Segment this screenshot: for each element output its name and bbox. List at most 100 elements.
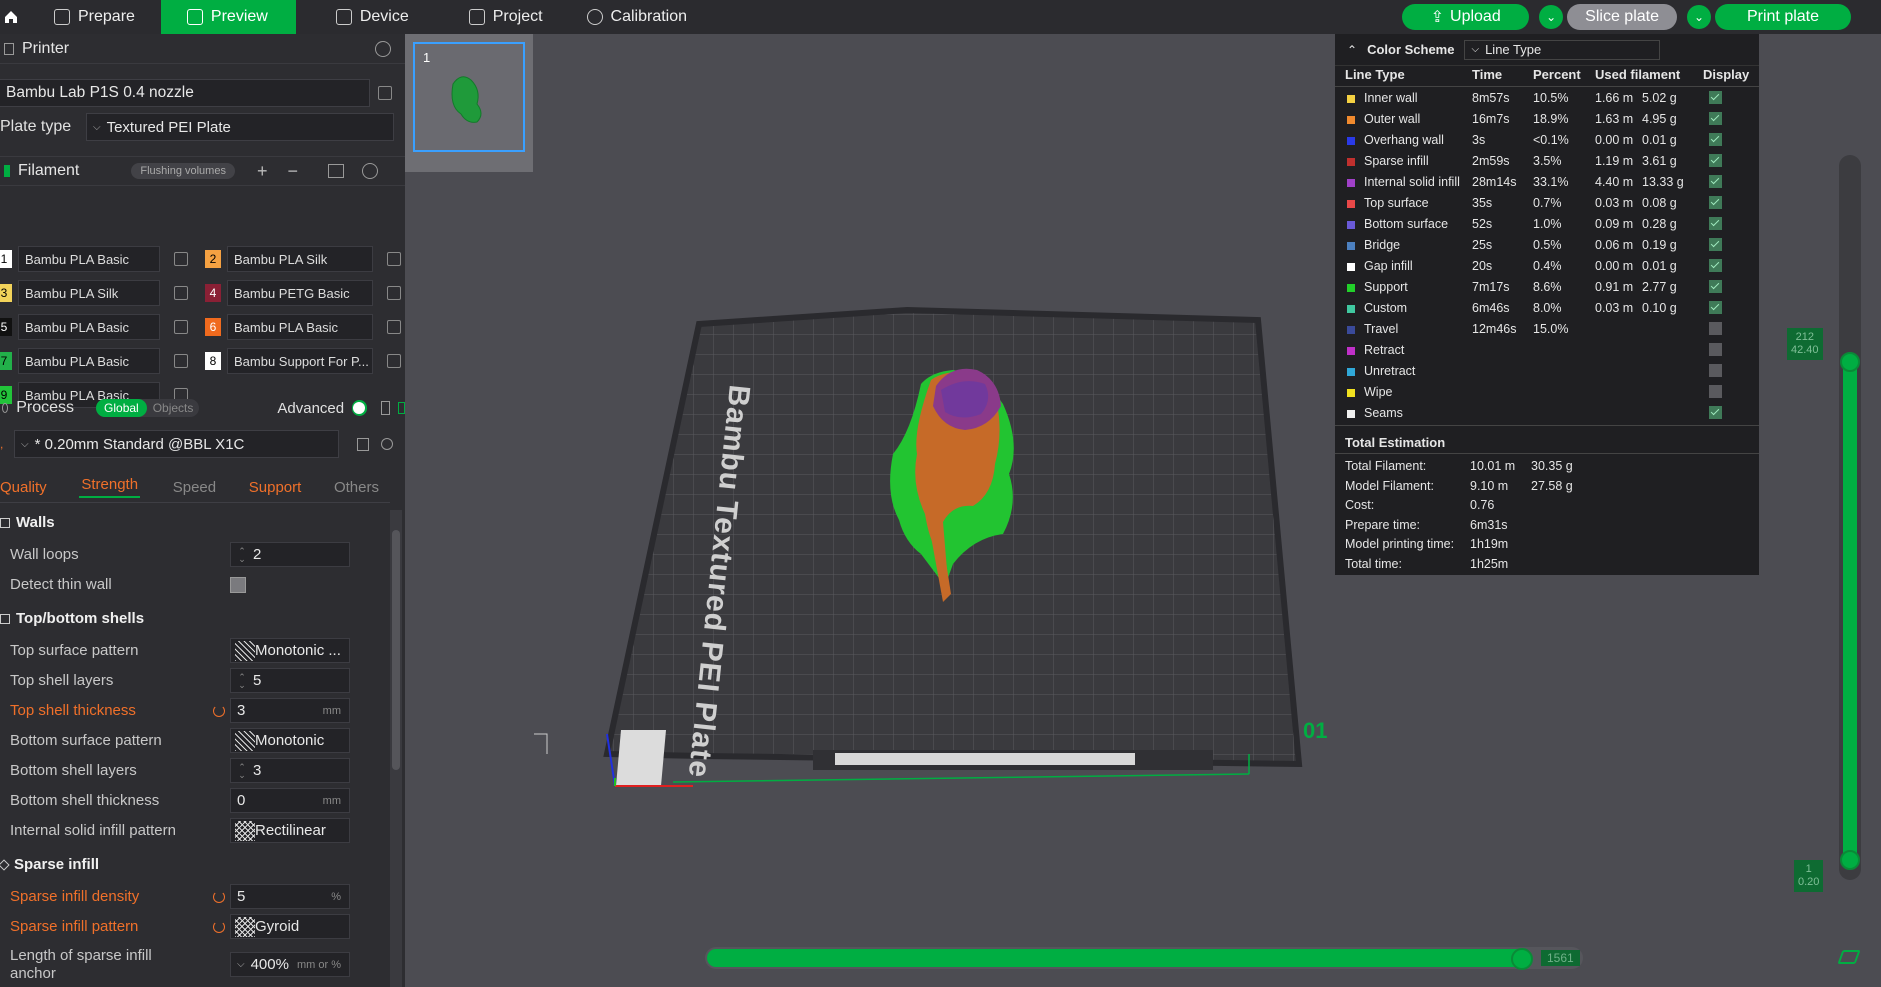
layer-top-handle[interactable] [1840,352,1860,372]
display-checkbox[interactable] [1709,112,1722,125]
wall-loops-input[interactable]: ⌃ ⌄ 2 [230,542,350,567]
top-shell-thickness-input[interactable]: 3 mm [230,698,350,723]
compare-icon[interactable] [380,401,390,415]
tab-strength[interactable]: Strength [79,476,141,498]
printer-select[interactable]: Bambu Lab P1S 0.4 nozzle [0,79,370,107]
display-checkbox[interactable] [1709,196,1722,209]
filament-name[interactable]: Bambu PLA Basic [18,348,160,374]
display-checkbox[interactable] [1709,259,1722,272]
display-checkbox[interactable] [1709,91,1722,104]
filament-name[interactable]: Bambu PLA Basic [18,314,160,340]
sparse-infill-anchor-input[interactable]: ⌵ 400% mm or % [230,952,350,977]
filament-item[interactable]: 4 Bambu PETG Basic [205,279,401,307]
filament-item[interactable]: 2 Bambu PLA Silk [205,245,401,273]
process-preset-select[interactable]: ⌵ * 0.20mm Standard @BBL X1C [14,430,339,458]
layer-bottom-handle[interactable] [1840,850,1860,870]
display-checkbox[interactable] [1709,322,1722,335]
filament-item[interactable]: 7 Bambu PLA Basic [0,347,188,375]
tab-preview[interactable]: Preview [160,0,296,34]
top-shell-layers-input[interactable]: ⌃ ⌄ 5 [230,668,350,693]
filament-name[interactable]: Bambu PLA Silk [227,246,373,272]
filament-item[interactable]: 6 Bambu PLA Basic [205,313,401,341]
save-preset-icon[interactable] [357,437,369,451]
sparse-infill-pattern-select[interactable]: Gyroid [230,914,350,939]
edit-filament-icon[interactable] [174,354,188,368]
display-checkbox[interactable] [1709,343,1722,356]
display-checkbox[interactable] [1709,238,1722,251]
filament-name[interactable]: Bambu PLA Basic [227,314,373,340]
tab-device[interactable]: Device [296,0,437,34]
edit-filament-icon[interactable] [387,252,401,266]
print-plate-button[interactable]: Print plate [1715,4,1851,30]
global-toggle[interactable]: Global Objects [96,399,200,417]
color-scheme-select[interactable]: ⌵ Line Type [1464,39,1661,60]
filament-color-swatch[interactable]: 1 [0,250,12,268]
home-icon[interactable] [0,0,22,34]
print-dropdown-button[interactable]: ⌄ [1687,5,1711,29]
edit-filament-icon[interactable] [174,252,188,266]
filament-color-swatch[interactable]: 5 [0,318,12,336]
edit-filament-icon[interactable] [387,320,401,334]
filament-item[interactable]: 3 Bambu PLA Silk [0,279,188,307]
display-checkbox[interactable] [1709,217,1722,230]
filament-color-swatch[interactable]: 2 [205,250,221,268]
tab-speed[interactable]: Speed [173,479,216,496]
collapse-icon[interactable]: ⌃ [1347,43,1357,57]
detect-thin-wall-checkbox[interactable] [230,577,246,593]
top-surface-pattern-select[interactable]: Monotonic ... [230,638,350,663]
display-checkbox[interactable] [1709,133,1722,146]
filament-item[interactable]: 8 Bambu Support For P... [205,347,401,375]
sync-filament-icon[interactable] [327,164,344,178]
move-slider-handle[interactable] [1511,948,1533,970]
bottom-surface-pattern-select[interactable]: Monotonic [230,728,350,753]
internal-solid-infill-pattern-select[interactable]: Rectilinear [230,818,350,843]
bottom-shell-thickness-input[interactable]: 0 mm [230,788,350,813]
edit-printer-icon[interactable] [378,86,392,100]
filament-color-swatch[interactable]: 4 [205,284,221,302]
process-plugin-icon[interactable] [397,402,405,414]
display-checkbox[interactable] [1709,154,1722,167]
tab-project[interactable]: Project [437,0,571,34]
sparse-infill-density-input[interactable]: 5% [230,884,350,909]
edit-filament-icon[interactable] [387,286,401,300]
reset-icon[interactable] [213,891,225,903]
slice-plate-button[interactable]: Slice plate [1567,4,1677,30]
display-checkbox[interactable] [1709,280,1722,293]
slice-dropdown-button[interactable]: ⌄ [1539,5,1564,29]
reset-icon[interactable] [213,921,225,933]
global-option[interactable]: Global [96,399,147,417]
filament-item[interactable]: 1 Bambu PLA Basic [0,245,188,273]
plate-type-select[interactable]: ⌵ Textured PEI Plate [86,113,394,141]
search-icon[interactable] [381,438,393,450]
tab-quality[interactable]: Quality [0,479,47,496]
display-checkbox[interactable] [1709,175,1722,188]
filament-color-swatch[interactable]: 7 [0,352,12,370]
printer-settings-icon[interactable] [375,40,391,57]
flushing-volumes-button[interactable]: Flushing volumes [131,163,235,179]
tab-prepare[interactable]: Prepare [22,0,161,34]
filament-name[interactable]: Bambu PLA Silk [18,280,160,306]
display-checkbox[interactable] [1709,385,1722,398]
tab-support[interactable]: Support [249,479,302,496]
remove-filament-icon[interactable]: − [287,161,298,182]
filament-name[interactable]: Bambu PETG Basic [227,280,373,306]
filament-color-swatch[interactable]: 6 [205,318,221,336]
plate-thumbnail[interactable]: 1 [413,42,525,152]
tab-calibration[interactable]: Calibration [571,0,715,34]
filament-name[interactable]: Bambu Support For P... [227,348,373,374]
display-checkbox[interactable] [1709,406,1722,419]
display-checkbox[interactable] [1709,364,1722,377]
filament-settings-icon[interactable] [361,163,378,179]
display-checkbox[interactable] [1709,301,1722,314]
filament-item[interactable]: 5 Bambu PLA Basic [0,313,188,341]
edit-filament-icon[interactable] [387,354,401,368]
reset-icon[interactable] [213,705,225,717]
bottom-shell-layers-input[interactable]: ⌃ ⌄ 3 [230,758,350,783]
filament-name[interactable]: Bambu PLA Basic [18,246,160,272]
objects-option[interactable]: Objects [147,399,200,417]
upload-button[interactable]: ⇪ Upload [1402,4,1530,30]
tab-others[interactable]: Others [334,479,379,496]
edit-filament-icon[interactable] [174,286,188,300]
filament-color-swatch[interactable]: 3 [0,284,12,302]
filament-color-swatch[interactable]: 8 [205,352,221,370]
